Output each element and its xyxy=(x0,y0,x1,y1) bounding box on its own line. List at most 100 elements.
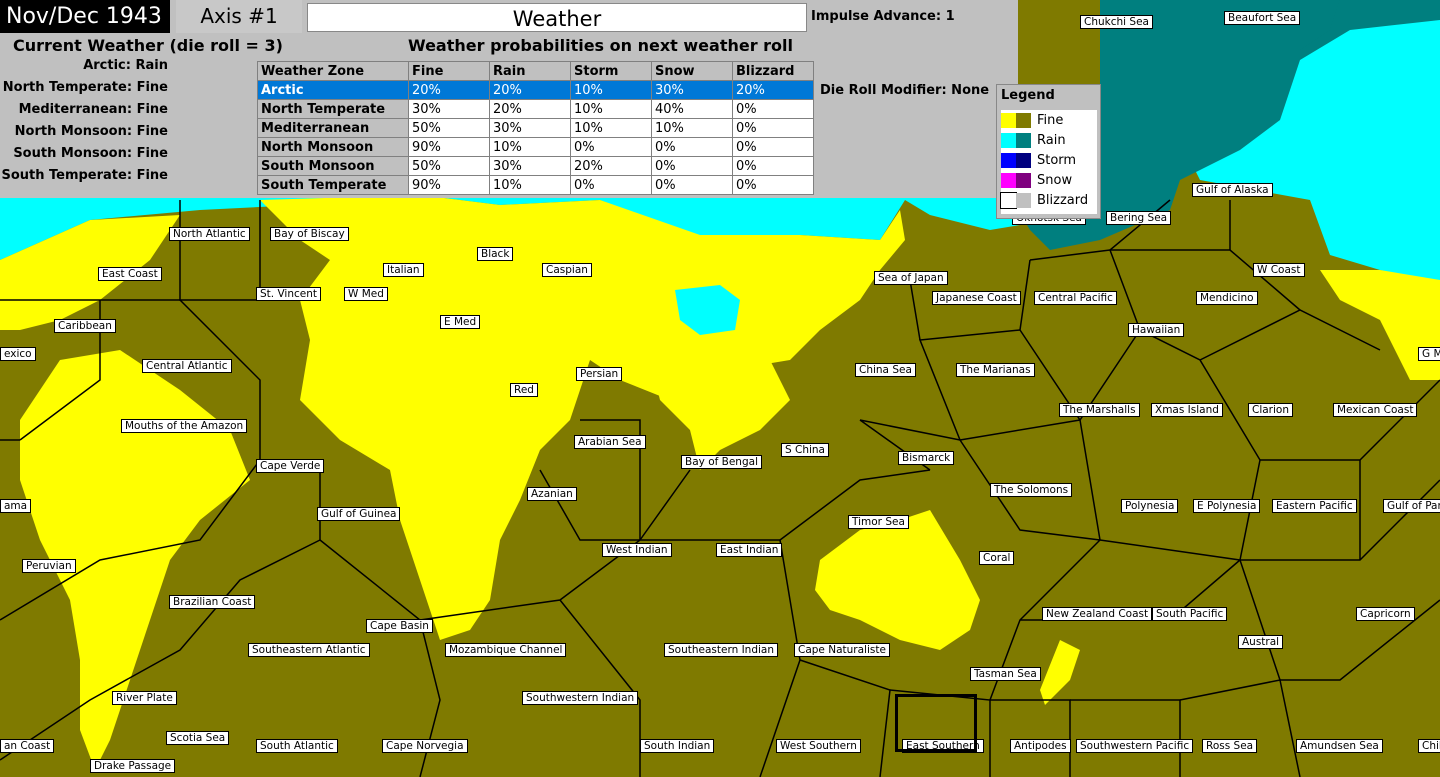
zone-name-cell: South Monsoon xyxy=(257,156,409,176)
sea-area-label[interactable]: Mexican Coast xyxy=(1333,403,1418,417)
sea-area-label[interactable]: S China xyxy=(781,443,829,457)
sea-area-label[interactable]: Persian xyxy=(576,367,623,381)
sea-area-label[interactable]: Polynesia xyxy=(1121,499,1179,513)
sea-area-label[interactable]: Brazilian Coast xyxy=(169,595,256,609)
col-header[interactable]: Fine xyxy=(408,61,490,81)
probability-cell: 0% xyxy=(732,137,814,157)
zone-row: North Monsoon: Fine xyxy=(14,124,168,139)
table-row[interactable]: Mediterranean 50% 30% 10% 10% 0% xyxy=(257,118,814,138)
sea-area-label[interactable]: Cape Norvegia xyxy=(382,739,468,753)
sea-area-label[interactable]: Cape Basin xyxy=(366,619,433,633)
col-header[interactable]: Storm xyxy=(570,61,652,81)
table-row[interactable]: Arctic 20% 20% 10% 30% 20% xyxy=(257,80,814,100)
sea-area-label[interactable]: Caspian xyxy=(542,263,592,277)
sea-area-label[interactable]: Central Pacific xyxy=(1034,291,1117,305)
sea-area-label[interactable]: Black xyxy=(477,247,514,261)
sea-area-label[interactable]: Mendicino xyxy=(1196,291,1258,305)
sea-area-label[interactable]: North Atlantic xyxy=(169,227,250,241)
sea-area-label[interactable]: Bering Sea xyxy=(1106,211,1172,225)
legend-label: Snow xyxy=(1037,172,1073,188)
sea-area-label[interactable]: E Med xyxy=(440,315,481,329)
sea-area-label[interactable]: Peruvian xyxy=(22,559,76,573)
sea-area-label[interactable]: The Marianas xyxy=(956,363,1035,377)
table-row[interactable]: South Monsoon 50% 30% 20% 0% 0% xyxy=(257,156,814,176)
sea-area-label[interactable]: River Plate xyxy=(112,691,177,705)
probability-cell: 90% xyxy=(408,137,490,157)
sea-area-label[interactable]: Clarion xyxy=(1248,403,1293,417)
probability-cell: 0% xyxy=(732,175,814,195)
sea-area-label[interactable]: Arabian Sea xyxy=(574,435,646,449)
sea-area-label[interactable]: South Pacific xyxy=(1152,607,1228,621)
sea-area-label[interactable]: Bay of Biscay xyxy=(270,227,349,241)
sea-area-label[interactable]: Bismarck xyxy=(898,451,955,465)
sea-area-label[interactable]: Italian xyxy=(383,263,424,277)
sea-area-label[interactable]: Beaufort Sea xyxy=(1224,11,1301,25)
sea-area-label[interactable]: Xmas Island xyxy=(1151,403,1223,417)
legend-swatch xyxy=(1016,112,1031,128)
col-header[interactable]: Weather Zone xyxy=(257,61,409,81)
sea-area-label[interactable]: China Sea xyxy=(855,363,916,377)
sea-area-label[interactable]: Timor Sea xyxy=(848,515,909,529)
sea-area-label[interactable]: Gulf of Guinea xyxy=(317,507,401,521)
sea-area-label[interactable]: Capricorn xyxy=(1356,607,1415,621)
sea-area-label[interactable]: Gulf of Alaska xyxy=(1192,183,1273,197)
sea-area-label[interactable]: New Zealand Coast xyxy=(1042,607,1153,621)
sea-area-label[interactable]: Scotia Sea xyxy=(166,731,230,745)
sea-area-label[interactable]: Southwestern Indian xyxy=(522,691,639,705)
sea-area-label[interactable]: Austral xyxy=(1238,635,1284,649)
sea-area-label[interactable]: Tasman Sea xyxy=(970,667,1041,681)
sea-area-label[interactable]: Ross Sea xyxy=(1202,739,1258,753)
sea-area-label[interactable]: Sea of Japan xyxy=(874,271,948,285)
sea-area-label[interactable]: Chukchi Sea xyxy=(1080,15,1153,29)
sea-area-label[interactable]: an Coast xyxy=(0,739,55,753)
legend-list: Fine Rain Storm Snow Blizzard xyxy=(1000,110,1097,214)
sea-area-label[interactable]: Chile xyxy=(1418,739,1440,753)
sea-area-label[interactable]: Hawaiian xyxy=(1128,323,1185,337)
sea-area-label[interactable]: Southwestern Pacific xyxy=(1076,739,1194,753)
sea-area-label[interactable]: Cape Naturaliste xyxy=(794,643,890,657)
sea-area-label[interactable]: Eastern Pacific xyxy=(1272,499,1357,513)
probability-cell: 30% xyxy=(651,80,733,100)
sea-area-label[interactable]: The Marshalls xyxy=(1059,403,1140,417)
table-row[interactable]: North Temperate 30% 20% 10% 40% 0% xyxy=(257,99,814,119)
sea-area-label[interactable]: Antipodes xyxy=(1010,739,1071,753)
sea-area-label[interactable]: The Solomons xyxy=(990,483,1073,497)
col-header[interactable]: Snow xyxy=(651,61,733,81)
zone-row: Arctic: Rain xyxy=(83,58,168,73)
sea-area-label[interactable]: Coral xyxy=(979,551,1015,565)
sea-area-label[interactable]: ama xyxy=(0,499,32,513)
sea-area-label[interactable]: Mozambique Channel xyxy=(445,643,567,657)
sea-area-label[interactable]: South Indian xyxy=(640,739,715,753)
sea-area-label[interactable]: East Coast xyxy=(98,267,162,281)
sea-area-label[interactable]: W Med xyxy=(344,287,388,301)
sea-area-label[interactable]: Gulf of Pan xyxy=(1383,499,1440,513)
col-header[interactable]: Rain xyxy=(489,61,571,81)
sea-area-label[interactable]: Cape Verde xyxy=(256,459,325,473)
sea-area-label[interactable]: Japanese Coast xyxy=(932,291,1021,305)
table-row[interactable]: North Monsoon 90% 10% 0% 0% 0% xyxy=(257,137,814,157)
sea-area-label[interactable]: St. Vincent xyxy=(256,287,321,301)
sea-area-label[interactable]: Red xyxy=(510,383,538,397)
sea-area-label[interactable]: exico xyxy=(0,347,36,361)
sea-area-label[interactable]: South Atlantic xyxy=(256,739,338,753)
sea-area-label[interactable]: Southeastern Atlantic xyxy=(248,643,370,657)
legend-swatch xyxy=(1016,172,1031,188)
sea-area-label[interactable]: Central Atlantic xyxy=(142,359,232,373)
sea-area-label[interactable]: G M xyxy=(1418,347,1440,361)
sea-area-label[interactable]: Azanian xyxy=(527,487,577,501)
sea-area-label[interactable]: Amundsen Sea xyxy=(1296,739,1383,753)
sea-area-label[interactable]: Caribbean xyxy=(54,319,116,333)
col-header[interactable]: Blizzard xyxy=(732,61,814,81)
legend-swatch xyxy=(1001,172,1016,188)
sea-area-label[interactable]: Bay of Bengal xyxy=(681,455,762,469)
sea-area-label[interactable]: Mouths of the Amazon xyxy=(121,419,248,433)
probability-cell: 20% xyxy=(732,80,814,100)
table-row[interactable]: South Temperate 90% 10% 0% 0% 0% xyxy=(257,175,814,195)
sea-area-label[interactable]: E Polynesia xyxy=(1193,499,1261,513)
sea-area-label[interactable]: East Indian xyxy=(716,543,783,557)
sea-area-label[interactable]: Southeastern Indian xyxy=(664,643,779,657)
sea-area-label[interactable]: Drake Passage xyxy=(90,759,176,773)
sea-area-label[interactable]: West Southern xyxy=(776,739,861,753)
sea-area-label[interactable]: West Indian xyxy=(602,543,672,557)
sea-area-label[interactable]: W Coast xyxy=(1253,263,1305,277)
